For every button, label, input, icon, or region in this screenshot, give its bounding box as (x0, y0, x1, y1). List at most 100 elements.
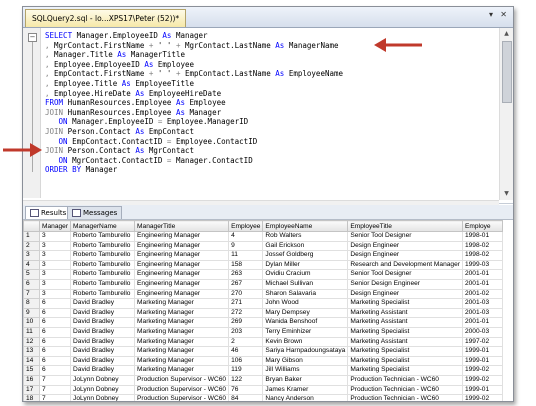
tab-results[interactable]: Results (25, 206, 72, 219)
row-number[interactable]: 9 (23, 307, 40, 319)
grid-cell[interactable]: Marketing Specialist (347, 326, 463, 338)
grid-cell[interactable]: Production Technician - WC60 (347, 374, 463, 386)
grid-cell[interactable]: 6 (38, 298, 72, 309)
grid-cell[interactable]: 2001-01 (461, 269, 503, 280)
table-row[interactable]: 3 3 Roberto Tamburello Engineering Manager 1… (23, 250, 503, 261)
grid-cell[interactable]: Roberto Tamburello (70, 278, 136, 290)
editor-vertical-scrollbar[interactable]: ▲ ▼ (499, 28, 513, 200)
grid-cell[interactable]: Jossef Goldberg (262, 250, 349, 261)
grid-cell[interactable]: 84 (228, 394, 264, 401)
table-row[interactable]: 14 6 David Bradley Marketing Manager 106 Mary… (23, 355, 503, 367)
scroll-up-icon[interactable]: ▲ (500, 28, 513, 40)
grid-cell[interactable]: Roberto Tamburello (70, 240, 136, 252)
grid-cell[interactable]: Engineering Manager (134, 231, 230, 242)
query-document-tab[interactable]: SQLQuery2.sql - lo...XPS17\Peter (52))* (25, 9, 187, 27)
code-line[interactable]: ON MgrContact.ContactID = Manager.Contac… (45, 156, 490, 166)
code-line[interactable]: JOIN HumanResources.Employee As Manager (45, 108, 490, 118)
grid-cell[interactable]: Marketing Specialist (347, 355, 463, 367)
grid-cell[interactable]: 6 (38, 307, 72, 319)
grid-cell[interactable]: 1997-02 (461, 336, 503, 348)
row-number[interactable]: 13 (23, 346, 40, 357)
grid-cell[interactable]: 1998-02 (461, 250, 503, 261)
grid-cell[interactable]: David Bradley (70, 365, 136, 376)
code-line[interactable]: ON Manager.EmployeeID = Employee.Manager… (45, 117, 490, 127)
grid-cell[interactable]: Michael Sullivan (262, 278, 349, 290)
grid-cell[interactable]: 122 (228, 374, 264, 386)
row-number[interactable]: 12 (23, 336, 40, 348)
grid-cell[interactable]: Marketing Manager (134, 326, 230, 338)
grid-cell[interactable]: Jill Williams (262, 365, 349, 376)
table-row[interactable]: 15 6 David Bradley Marketing Manager 119 Jill… (23, 365, 503, 376)
row-number[interactable]: 14 (23, 355, 40, 367)
grid-cell[interactable]: 1999-02 (461, 365, 503, 376)
grid-cell[interactable]: Ovidiu Cracium (262, 269, 349, 280)
grid-cell[interactable]: 3 (38, 269, 72, 280)
results-grid[interactable]: Manager ManagerName ManagerTitle Employee Em… (23, 220, 513, 401)
grid-cell[interactable]: Engineering Manager (134, 259, 230, 271)
grid-cell[interactable]: Marketing Assistant (347, 307, 463, 319)
grid-cell[interactable]: Production Supervisor - WC60 (134, 374, 230, 386)
column-header[interactable]: ManagerTitle (134, 220, 230, 232)
grid-cell[interactable]: Roberto Tamburello (70, 269, 136, 280)
grid-cell[interactable]: Marketing Specialist (347, 298, 463, 309)
grid-cell[interactable]: 2001-02 (461, 288, 503, 300)
grid-cell[interactable]: David Bradley (70, 307, 136, 319)
grid-cell[interactable]: 6 (38, 346, 72, 357)
table-row[interactable]: 6 3 Roberto Tamburello Engineering Manager 2… (23, 278, 503, 290)
grid-cell[interactable]: Marketing Manager (134, 336, 230, 348)
grid-cell[interactable]: James Kramer (262, 384, 349, 396)
sql-editor[interactable]: − SELECT Manager.EmployeeID As Manager , … (23, 28, 513, 211)
grid-cell[interactable]: 3 (38, 240, 72, 252)
grid-cell[interactable]: David Bradley (70, 298, 136, 309)
grid-cell[interactable]: Marketing Manager (134, 346, 230, 357)
grid-cell[interactable]: 1999-01 (461, 355, 503, 367)
grid-cell[interactable]: Engineering Manager (134, 288, 230, 300)
grid-cell[interactable]: 3 (38, 231, 72, 242)
grid-cell[interactable]: 6 (38, 355, 72, 367)
grid-cell[interactable]: 271 (228, 298, 264, 309)
scroll-down-icon[interactable]: ▼ (500, 188, 513, 200)
row-number[interactable]: 6 (23, 278, 40, 290)
grid-cell[interactable]: 272 (228, 307, 264, 319)
grid-cell[interactable]: 76 (228, 384, 264, 396)
grid-cell[interactable]: 1999-01 (461, 346, 503, 357)
grid-cell[interactable]: JoLynn Dobney (70, 394, 136, 401)
grid-cell[interactable]: 46 (228, 346, 264, 357)
grid-cell[interactable]: Senior Tool Designer (347, 269, 463, 280)
column-header[interactable]: EmployeeName (262, 220, 349, 232)
grid-cell[interactable]: 6 (38, 365, 72, 376)
grid-cell[interactable]: Marketing Assistant (347, 317, 463, 328)
table-row[interactable]: 9 6 David Bradley Marketing Manager 272 Mary … (23, 307, 503, 319)
table-row[interactable]: 18 7 JoLynn Dobney Production Supervisor - … (23, 394, 503, 401)
table-row[interactable]: 4 3 Roberto Tamburello Engineering Manager 1… (23, 259, 503, 271)
grid-cell[interactable]: David Bradley (70, 326, 136, 338)
grid-cell[interactable]: Terry Eminhizer (262, 326, 349, 338)
code-line[interactable]: , EmpContact.FirstName + ' ' + EmpContac… (45, 69, 490, 79)
grid-cell[interactable]: Production Supervisor - WC60 (134, 384, 230, 396)
code-line[interactable]: , Employee.Title As EmployeeTitle (45, 79, 490, 89)
grid-cell[interactable]: Dylan Miller (262, 259, 349, 271)
grid-cell[interactable]: Production Technician - WC60 (347, 394, 463, 401)
code-line[interactable]: JOIN Person.Contact As EmpContact (45, 127, 490, 137)
grid-cell[interactable]: 11 (228, 250, 264, 261)
grid-cell[interactable]: 4 (228, 231, 264, 242)
row-number[interactable]: 17 (23, 384, 40, 396)
grid-cell[interactable]: Marketing Specialist (347, 346, 463, 357)
row-number[interactable]: 3 (23, 250, 40, 261)
row-number[interactable]: 5 (23, 269, 40, 280)
grid-cell[interactable]: 106 (228, 355, 264, 367)
grid-cell[interactable]: 7 (38, 374, 72, 386)
grid-cell[interactable]: David Bradley (70, 317, 136, 328)
grid-cell[interactable]: Engineering Manager (134, 250, 230, 261)
grid-cell[interactable]: 119 (228, 365, 264, 376)
table-row[interactable]: 5 3 Roberto Tamburello Engineering Manager 2… (23, 269, 503, 280)
code-line[interactable]: FROM HumanResources.Employee As Employee (45, 98, 490, 108)
grid-cell[interactable]: 267 (228, 278, 264, 290)
grid-cell[interactable]: JoLynn Dobney (70, 374, 136, 386)
grid-cell[interactable]: Production Technician - WC60 (347, 384, 463, 396)
table-row[interactable]: 10 6 David Bradley Marketing Manager 269 Wani… (23, 317, 503, 328)
code-line[interactable]: ORDER BY Manager (45, 165, 490, 175)
grid-cell[interactable]: Design Engineer (347, 250, 463, 261)
row-number[interactable]: 2 (23, 240, 40, 252)
row-number[interactable]: 11 (23, 326, 40, 338)
